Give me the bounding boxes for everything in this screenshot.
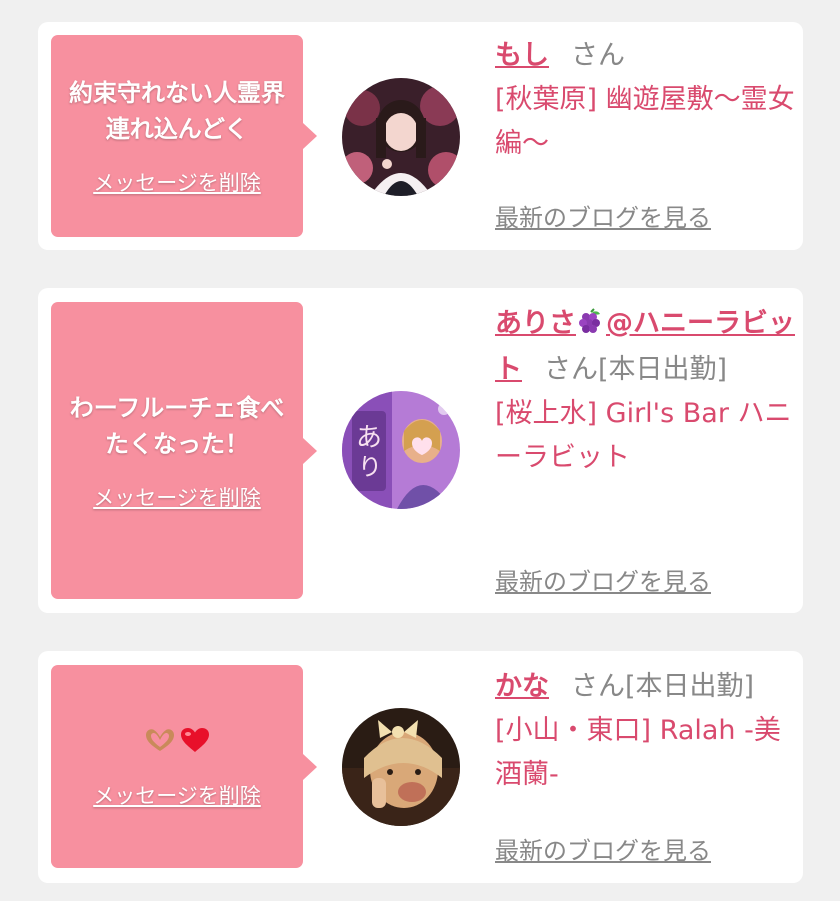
sender-name-line: ありさ @ハニーラビット さん[本日出勤]	[495, 302, 795, 392]
latest-blog-link[interactable]: 最新のブログを見る	[495, 562, 711, 597]
message-card: わーフルーチェ食べたくなった！ メッセージを削除 あ り ありさ @ハニーラビット…	[38, 288, 803, 613]
avatar[interactable]	[342, 78, 460, 196]
sender-name-prefix: ありさ	[495, 308, 576, 339]
sender-name-line: かな さん[本日出勤]	[495, 665, 795, 709]
sender-info: かな さん[本日出勤] [小山・東口] Ralah -美酒蘭-	[495, 665, 795, 797]
sender-name-link[interactable]: かな	[495, 671, 549, 702]
message-emoji	[144, 724, 210, 760]
honorific: さん	[571, 671, 625, 702]
avatar[interactable]	[342, 708, 460, 826]
latest-blog-link[interactable]: 最新のブログを見る	[495, 831, 711, 866]
delete-message-link[interactable]: メッセージを削除	[93, 482, 261, 512]
message-bubble: わーフルーチェ食べたくなった！ メッセージを削除	[51, 302, 317, 599]
shop-name: [小山・東口] Ralah -美酒蘭-	[495, 715, 781, 790]
svg-text:り: り	[358, 453, 382, 481]
message-bubble: メッセージを削除	[51, 665, 317, 868]
grape-icon	[578, 304, 604, 348]
sender-name-link[interactable]: もし	[495, 40, 549, 71]
honorific: さん	[571, 40, 625, 71]
shop-name: [桜上水] Girl's Bar ハニーラビット	[495, 398, 792, 473]
latest-blog-link[interactable]: 最新のブログを見る	[495, 198, 711, 233]
honorific: さん	[544, 354, 598, 385]
delete-message-link[interactable]: メッセージを削除	[93, 167, 261, 197]
heart-hands-icon	[144, 727, 176, 757]
message-card: メッセージを削除 かな さん[本日出勤] [小山・東口] Ralah -美酒蘭- …	[38, 651, 803, 883]
shop-name: [秋葉原] 幽遊屋敷〜霊女編〜	[495, 84, 795, 159]
avatar[interactable]: あ り	[342, 391, 460, 509]
svg-text:あ: あ	[356, 423, 382, 453]
attendance-status: [本日出勤]	[625, 671, 755, 702]
red-heart-icon	[180, 727, 210, 757]
message-card: 約束守れない人霊界連れ込んどく メッセージを削除 もし さん [秋葉原] 幽遊屋敷…	[38, 22, 803, 250]
delete-message-link[interactable]: メッセージを削除	[93, 780, 261, 810]
sender-info: ありさ @ハニーラビット さん[本日出勤] [桜上水] Girl's Bar ハニー…	[495, 302, 795, 480]
message-text: わーフルーチェ食べたくなった！	[69, 393, 285, 458]
message-bubble: 約束守れない人霊界連れ込んどく メッセージを削除	[51, 35, 317, 237]
message-text: 約束守れない人霊界連れ込んどく	[69, 79, 285, 143]
attendance-status: [本日出勤]	[598, 354, 728, 385]
sender-name-line: もし さん	[495, 34, 795, 78]
sender-info: もし さん [秋葉原] 幽遊屋敷〜霊女編〜	[495, 34, 795, 166]
